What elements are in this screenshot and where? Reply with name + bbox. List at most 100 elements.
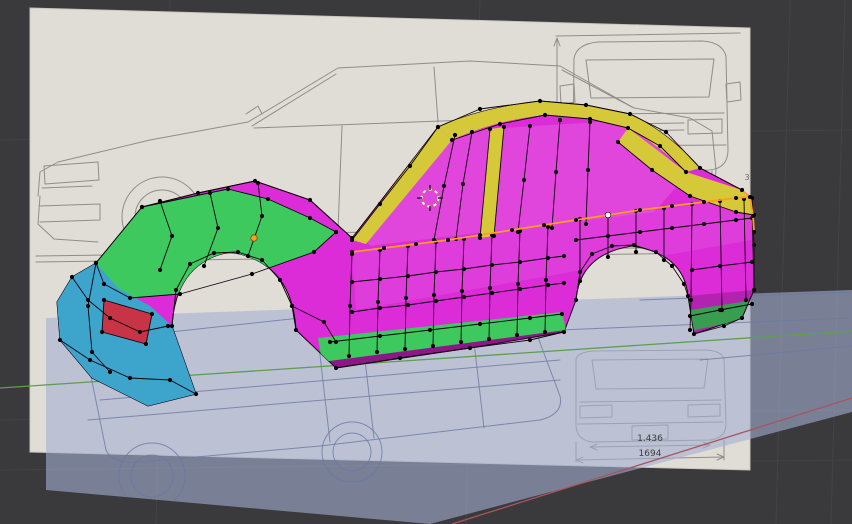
mesh-vertex <box>127 375 133 381</box>
mesh-vertex <box>587 119 593 125</box>
mesh-vertex <box>333 339 339 345</box>
mesh-vertex <box>469 129 475 135</box>
mesh-vertex <box>461 294 467 300</box>
mesh-vertex <box>561 280 567 286</box>
mesh-vertex <box>487 285 493 291</box>
mesh-vertex <box>87 357 93 363</box>
mesh-vertex <box>99 329 105 335</box>
mesh-vertex <box>293 327 299 333</box>
mesh-vertex <box>403 295 409 301</box>
mesh-vertex <box>585 167 591 173</box>
mesh-vertex <box>734 196 738 200</box>
mesh-vertex <box>149 311 155 317</box>
mesh-vertex <box>255 180 261 186</box>
mesh-vertex <box>527 315 533 321</box>
mesh-vertex <box>85 303 91 309</box>
mesh-vertex <box>669 225 675 231</box>
mesh-vertex <box>382 246 386 250</box>
mesh-vertex <box>589 251 595 257</box>
mesh-vertex <box>739 315 745 321</box>
mesh-vertex <box>543 277 549 283</box>
mesh-vertex <box>487 126 493 132</box>
mesh-vertex <box>405 273 411 279</box>
mesh-vertex <box>740 188 744 192</box>
mesh-vertex <box>721 323 727 329</box>
mesh-vertex <box>427 327 433 333</box>
mesh-vertex <box>609 243 615 249</box>
mesh-vertex <box>377 305 383 311</box>
mesh-vertex <box>446 238 450 242</box>
mesh-vertex <box>497 121 503 127</box>
mesh-vertex <box>460 181 466 187</box>
mesh-vertex <box>347 303 353 309</box>
mesh-vertex <box>235 249 241 255</box>
mesh-vertex <box>169 233 175 239</box>
mesh-vertex <box>670 204 674 208</box>
mesh-vertex <box>545 255 551 261</box>
mesh-vertex <box>717 307 723 313</box>
mesh-vertex <box>751 214 755 218</box>
mesh-vertex <box>458 339 464 345</box>
mesh-vertex <box>501 124 507 130</box>
mesh-vertex <box>211 250 217 256</box>
mesh-vertex <box>486 336 492 342</box>
mesh-vertex <box>349 237 355 243</box>
mesh-vertex <box>515 281 521 287</box>
mesh-vertex <box>627 111 633 117</box>
mesh-vertex <box>107 369 113 375</box>
mesh-vertex <box>433 298 439 304</box>
mesh-vertex <box>605 254 611 260</box>
mesh-vertex <box>685 293 691 299</box>
mesh-vertex <box>173 287 179 293</box>
mesh-vertex <box>691 331 697 337</box>
dimension-label-secondary: 1694 <box>639 449 662 459</box>
mesh-vertex <box>57 337 63 343</box>
object-origin-dot <box>250 234 258 242</box>
mesh-vertex <box>430 343 436 349</box>
mesh-vertex <box>749 301 755 307</box>
3d-viewport[interactable]: 1.436 1694 3 <box>0 0 852 524</box>
mesh-vertex <box>459 288 465 294</box>
mesh-vertex <box>545 282 551 288</box>
mesh-vertex <box>433 269 439 275</box>
mesh-vertex <box>489 290 495 296</box>
mesh-vertex <box>225 186 231 192</box>
viewport-canvas[interactable]: 1.436 1694 3 <box>0 0 852 524</box>
mesh-vertex <box>177 291 183 297</box>
mesh-vertex <box>333 365 339 371</box>
mesh-vertex <box>478 233 482 237</box>
mesh-vertex <box>107 315 113 321</box>
mesh-vertex <box>689 267 695 273</box>
mesh-vertex <box>661 257 667 263</box>
mesh-vertex <box>435 124 441 130</box>
mesh-vertex <box>557 117 563 123</box>
mesh-vertex <box>461 266 467 272</box>
mesh-vertex <box>431 292 437 298</box>
mesh-vertex <box>605 233 611 239</box>
mesh-vertex <box>215 225 221 231</box>
mesh-vertex <box>687 327 693 333</box>
mesh-vertex <box>683 169 689 175</box>
mesh-vertex <box>615 139 621 145</box>
mesh-vertex <box>452 132 458 138</box>
mesh-vertex <box>514 332 520 338</box>
mesh-vertex <box>249 271 255 277</box>
mesh-vertex <box>333 229 339 235</box>
mesh-vertex <box>414 242 418 246</box>
mesh-vertex <box>521 177 527 183</box>
mesh-vertex <box>701 221 707 227</box>
mesh-vertex <box>697 165 703 171</box>
mesh-vertex <box>583 102 589 108</box>
mesh-vertex <box>573 237 579 243</box>
mesh-vertex <box>349 279 355 285</box>
mesh-vertex <box>510 228 514 232</box>
mesh-vertex <box>749 259 755 265</box>
mesh-vertex <box>375 299 381 305</box>
mesh-vertex <box>489 262 495 268</box>
mesh-vertex <box>687 313 693 319</box>
mesh-vertex <box>259 213 265 219</box>
mesh-vertex <box>633 249 639 255</box>
mesh-vertex <box>467 345 473 351</box>
mesh-vertex <box>751 242 757 248</box>
mesh-vertex <box>638 208 642 212</box>
